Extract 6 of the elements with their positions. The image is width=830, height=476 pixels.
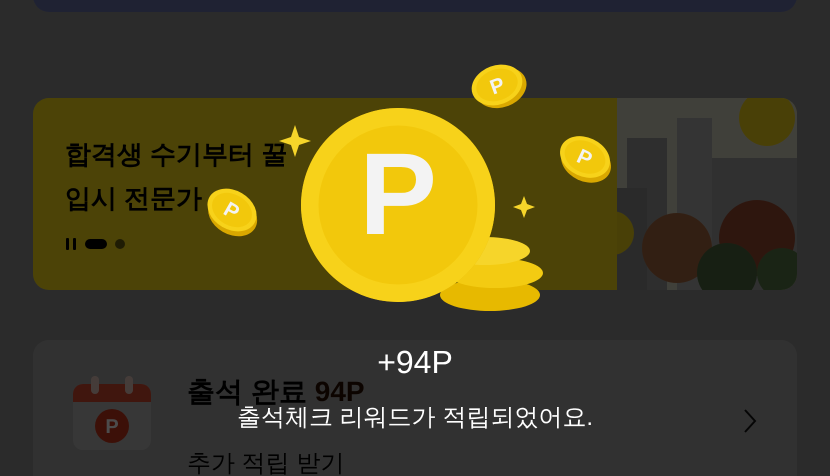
reward-amount: +94P: [377, 344, 453, 380]
sparkle-icon: [513, 196, 535, 218]
banner-title: 입시 전문가: [65, 182, 202, 215]
banner-title: 합격생 수기부터 꿀: [65, 138, 288, 171]
reward-message: 출석체크 리워드가 적립되었어요.: [236, 404, 593, 432]
coin-icon: P: [301, 108, 495, 302]
